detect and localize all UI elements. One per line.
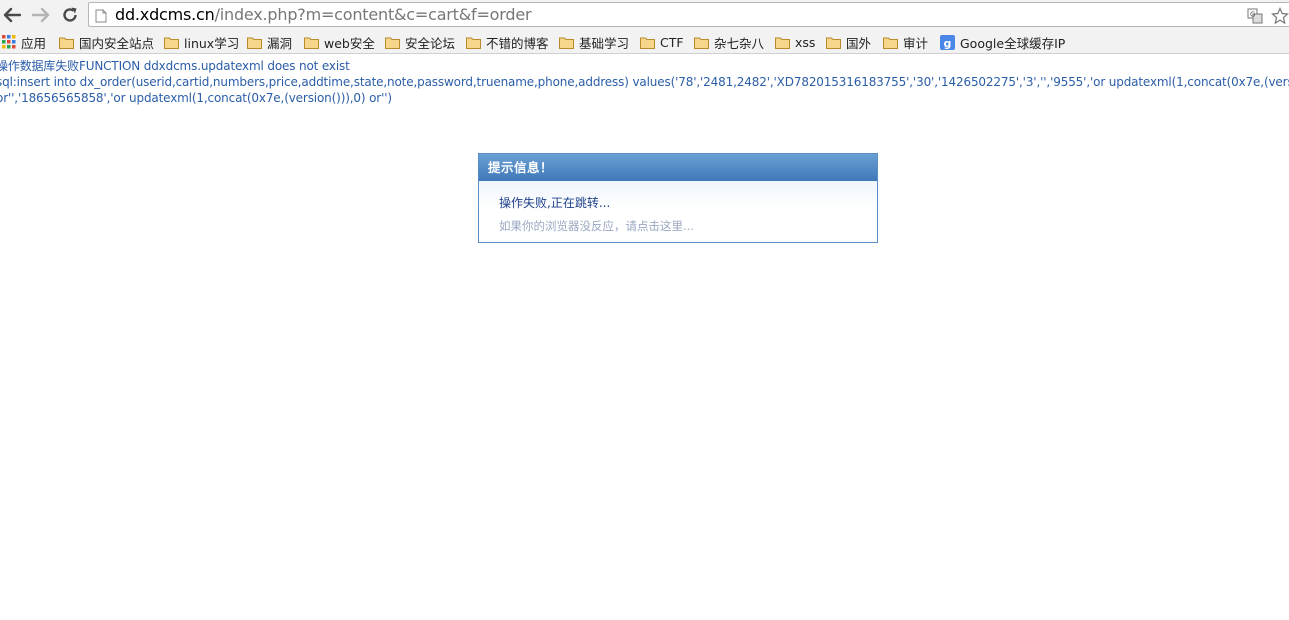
- url-path: /index.php?m=content&c=cart&f=order: [214, 5, 532, 24]
- url-host: dd.xdcms.cn: [115, 5, 215, 24]
- browser-toolbar: dd.xdcms.cn/index.php?m=content&c=cart&f…: [0, 0, 1289, 30]
- notice-dialog: 提示信息！ 操作失败,正在跳转... 如果你的浏览器没反应，请点击这里...: [478, 153, 878, 243]
- notice-body: 操作失败,正在跳转... 如果你的浏览器没反应，请点击这里...: [479, 181, 877, 242]
- bookmark-label: 审计: [903, 35, 929, 51]
- notice-text: 操作失败,正在跳转...: [499, 196, 611, 210]
- bookmark-folder[interactable]: web安全: [304, 33, 375, 51]
- svg-text:G: G: [1250, 11, 1255, 19]
- bookmark-google-cache[interactable]: g Google全球缓存IP: [940, 33, 1065, 51]
- bookmark-label: xss: [795, 34, 816, 50]
- forward-button[interactable]: [30, 4, 52, 26]
- folder-icon: [775, 36, 790, 49]
- bookmark-label: linux学习: [184, 35, 240, 51]
- back-button[interactable]: [1, 4, 23, 26]
- bookmark-folder[interactable]: xss: [775, 33, 815, 51]
- bookmark-label: 杂七杂八: [714, 35, 765, 51]
- bookmark-label: 国内安全站点: [79, 35, 155, 51]
- omnibox-actions: G: [1247, 7, 1289, 29]
- folder-icon: [247, 36, 262, 49]
- folder-icon: [640, 36, 655, 49]
- notice-title: 提示信息！: [479, 154, 877, 181]
- db-error-message: 操作数据库失败FUNCTION ddxdcms.updatexml does n…: [0, 59, 350, 73]
- folder-icon: [883, 36, 898, 49]
- bookmark-folder[interactable]: 杂七杂八: [694, 33, 764, 51]
- bookmark-label: 国外: [846, 35, 872, 51]
- bookmark-label: 应用: [21, 35, 47, 51]
- bookmark-label: Google全球缓存IP: [960, 35, 1066, 51]
- folder-icon: [694, 36, 709, 49]
- bookmark-folder[interactable]: 不错的博客: [466, 33, 549, 51]
- folder-icon: [304, 36, 319, 49]
- bookmark-folder[interactable]: 国内安全站点: [59, 33, 154, 51]
- url-text[interactable]: dd.xdcms.cn/index.php?m=content&c=cart&f…: [115, 4, 532, 26]
- bookmark-apps[interactable]: 应用: [2, 33, 46, 51]
- bookmark-folder[interactable]: 安全论坛: [385, 33, 455, 51]
- back-arrow-icon: [3, 7, 21, 23]
- bookmark-label: 安全论坛: [405, 35, 456, 51]
- bookmark-folder[interactable]: CTF: [640, 33, 684, 51]
- apps-grid-icon: [2, 35, 16, 49]
- folder-icon: [466, 36, 481, 49]
- star-bookmark-icon[interactable]: [1271, 7, 1289, 29]
- svg-text:g: g: [944, 37, 952, 50]
- folder-icon: [164, 36, 179, 49]
- bookmark-label: 基础学习: [579, 35, 630, 51]
- bookmark-folder[interactable]: 审计: [883, 33, 928, 51]
- address-bar[interactable]: dd.xdcms.cn/index.php?m=content&c=cart&f…: [88, 2, 1289, 27]
- bookmark-label: 漏洞: [267, 35, 293, 51]
- sql-query-continuation: or'','18656565858','or updatexml(1,conca…: [0, 91, 392, 105]
- bookmark-folder[interactable]: 基础学习: [559, 33, 629, 51]
- sql-query-line: sql:insert into dx_order(userid,cartid,n…: [0, 75, 1289, 89]
- google-g-icon: g: [940, 34, 955, 50]
- folder-icon: [59, 36, 74, 49]
- forward-arrow-icon: [32, 7, 50, 23]
- folder-icon: [826, 36, 841, 49]
- page-icon: [95, 8, 107, 27]
- bookmark-folder[interactable]: linux学习: [164, 33, 239, 51]
- folder-icon: [385, 36, 400, 49]
- bookmarks-bar: 应用 国内安全站点 linux学习 漏洞 web安全 安全论坛 不错的博客 基础…: [0, 30, 1289, 54]
- reload-icon: [63, 7, 77, 22]
- bookmark-label: 不错的博客: [486, 35, 549, 51]
- translate-icon[interactable]: G: [1247, 8, 1263, 28]
- bookmark-label: web安全: [324, 35, 375, 51]
- redirect-link[interactable]: 如果你的浏览器没反应，请点击这里...: [499, 218, 694, 234]
- bookmark-label: CTF: [660, 34, 684, 50]
- folder-icon: [559, 36, 574, 49]
- bookmark-folder[interactable]: 国外: [826, 33, 871, 51]
- reload-button[interactable]: [59, 4, 81, 26]
- bookmark-folder[interactable]: 漏洞: [247, 33, 292, 51]
